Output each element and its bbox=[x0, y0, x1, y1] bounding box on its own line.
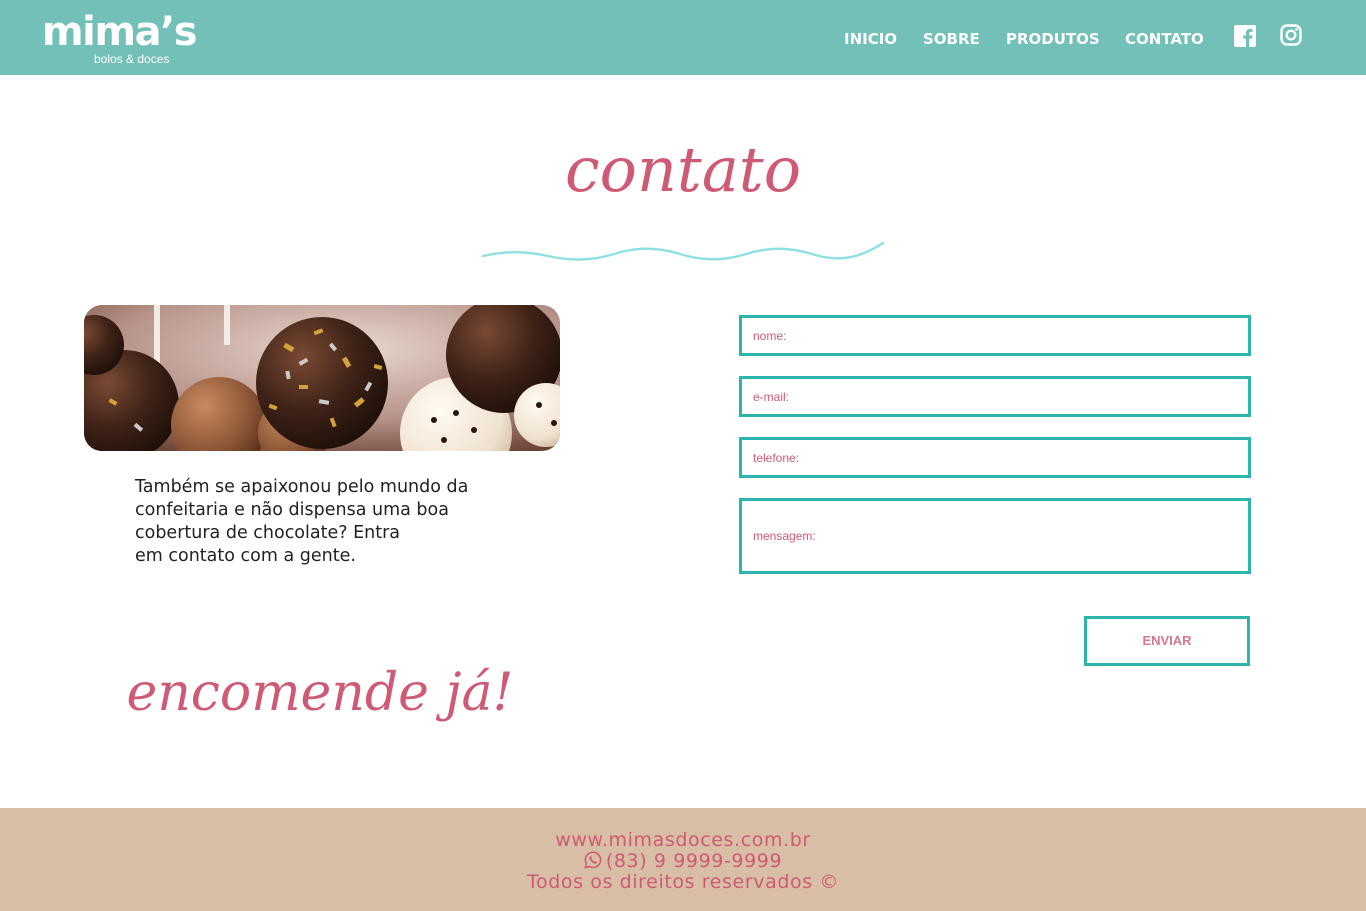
cake-pops-photo bbox=[84, 305, 560, 451]
footer-rights: Todos os direitos reservados © bbox=[527, 871, 839, 893]
site-header: mima’s bolos & doces INICIO SOBRE PRODUT… bbox=[0, 0, 1366, 75]
nav-item-contato[interactable]: CONTATO bbox=[1125, 29, 1204, 49]
intro-line: em contato com a gente. bbox=[135, 546, 356, 566]
page-title: contato bbox=[564, 133, 802, 206]
facebook-icon[interactable] bbox=[1234, 25, 1256, 51]
nav-item-produtos[interactable]: PRODUTOS bbox=[1006, 29, 1100, 49]
footer-phone: (83) 9 9999-9999 bbox=[0, 850, 1366, 872]
contact-intro-text: Também se apaixonou pelo mundo da confei… bbox=[135, 476, 535, 568]
name-field-box bbox=[739, 315, 1251, 356]
wave-divider bbox=[482, 241, 884, 261]
logo-subtitle: bolos & doces bbox=[94, 52, 170, 66]
name-field[interactable] bbox=[742, 318, 1248, 353]
instagram-icon[interactable] bbox=[1280, 24, 1302, 50]
email-field-box bbox=[739, 376, 1251, 417]
send-button[interactable]: ENVIAR bbox=[1084, 616, 1250, 666]
order-now-heading: encomende já! bbox=[126, 663, 514, 723]
nav-item-sobre[interactable]: SOBRE bbox=[923, 29, 980, 49]
footer-website: www.mimasdoces.com.br bbox=[0, 829, 1366, 851]
phone-number: (83) 9 9999-9999 bbox=[605, 850, 783, 872]
main-nav: INICIO SOBRE PRODUTOS CONTATO bbox=[0, 29, 1366, 49]
website-link[interactable]: www.mimasdoces.com.br bbox=[555, 829, 811, 851]
message-field[interactable] bbox=[742, 501, 1248, 571]
intro-line: cobertura de chocolate? Entra bbox=[135, 523, 401, 543]
intro-line: Também se apaixonou pelo mundo da bbox=[135, 477, 469, 497]
phone-field-box bbox=[739, 437, 1251, 478]
intro-line: confeitaria e não dispensa uma boa bbox=[135, 500, 449, 520]
email-field[interactable] bbox=[742, 379, 1248, 414]
phone-field[interactable] bbox=[742, 440, 1248, 475]
whatsapp-icon bbox=[584, 851, 602, 869]
site-footer: www.mimasdoces.com.br (83) 9 9999-9999 T… bbox=[0, 808, 1366, 911]
message-field-box bbox=[739, 498, 1251, 574]
nav-item-inicio[interactable]: INICIO bbox=[844, 29, 897, 49]
